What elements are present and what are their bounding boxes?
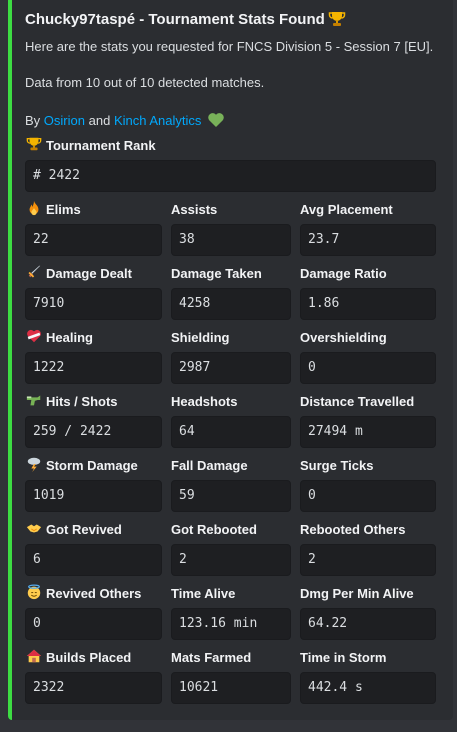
got-revived-value: 6 [25, 544, 162, 576]
shielding-label: Shielding [171, 328, 230, 346]
dagger-icon [25, 264, 43, 282]
trophy-icon [25, 136, 43, 154]
distance-travelled-value: 27494 m [300, 416, 436, 448]
revived-others-label: Revived Others [25, 584, 141, 602]
rebooted-others-label: Rebooted Others [300, 520, 405, 538]
avg-placement-value: 23.7 [300, 224, 436, 256]
hits-shots-label-text: Hits / Shots [46, 393, 118, 409]
got-rebooted-label-text: Got Rebooted [171, 521, 257, 537]
dmg-per-min-alive-label-text: Dmg Per Min Alive [300, 585, 414, 601]
hits-shots-value: 259 / 2422 [25, 416, 162, 448]
damage-taken-value: 4258 [171, 288, 291, 320]
tournament-rank-label-text: Tournament Rank [46, 137, 156, 153]
revived-others-label-text: Revived Others [46, 585, 142, 601]
overshielding-label-text: Overshielding [300, 329, 387, 345]
assists-label-text: Assists [171, 201, 218, 217]
damage-dealt-label: Damage Dealt [25, 264, 132, 282]
stats-embed: Chucky97taspé - Tournament Stats Found H… [8, 0, 453, 720]
shielding-value: 2987 [171, 352, 291, 384]
got-rebooted-value: 2 [171, 544, 291, 576]
overshielding-label: Overshielding [300, 328, 387, 346]
water-pistol-icon [25, 392, 43, 410]
fall-damage-label: Fall Damage [171, 456, 248, 474]
revived-others-value: 0 [25, 608, 162, 640]
fire-icon [25, 200, 43, 218]
builds-placed-value: 2322 [25, 672, 162, 704]
assists-label: Assists [171, 200, 217, 218]
embed-credits: By Osirion and Kinch Analytics [25, 111, 225, 129]
damage-taken-label-text: Damage Taken [171, 265, 262, 281]
hits-shots-label: Hits / Shots [25, 392, 118, 410]
embed-description-line2: Data from 10 out of 10 detected matches. [25, 75, 265, 90]
kinch-analytics-link[interactable]: Kinch Analytics [114, 113, 201, 128]
embed-accent-bar [8, 0, 12, 720]
dmg-per-min-alive-value: 64.22 [300, 608, 436, 640]
surge-ticks-label-text: Surge Ticks [300, 457, 374, 473]
tournament-rank-value: # 2422 [25, 160, 436, 192]
fall-damage-label-text: Fall Damage [171, 457, 248, 473]
storm-damage-label: Storm Damage [25, 456, 138, 474]
avg-placement-label-text: Avg Placement [300, 201, 393, 217]
damage-dealt-label-text: Damage Dealt [46, 265, 132, 281]
mats-farmed-label: Mats Farmed [171, 648, 251, 666]
time-alive-value: 123.16 min [171, 608, 291, 640]
headshots-value: 64 [171, 416, 291, 448]
surge-ticks-value: 0 [300, 480, 436, 512]
got-revived-label: Got Revived [25, 520, 122, 538]
handshake-icon [25, 520, 43, 538]
mending-heart-icon [25, 328, 43, 346]
rebooted-others-label-text: Rebooted Others [300, 521, 406, 537]
elims-value: 22 [25, 224, 162, 256]
headshots-label: Headshots [171, 392, 237, 410]
overshielding-value: 0 [300, 352, 436, 384]
healing-value: 1222 [25, 352, 162, 384]
time-alive-label-text: Time Alive [171, 585, 236, 601]
elims-label-text: Elims [46, 201, 81, 217]
damage-taken-label: Damage Taken [171, 264, 262, 282]
mats-farmed-value: 10621 [171, 672, 291, 704]
time-in-storm-label-text: Time in Storm [300, 649, 387, 665]
fall-damage-value: 59 [171, 480, 291, 512]
builds-placed-label-text: Builds Placed [46, 649, 132, 665]
damage-ratio-label: Damage Ratio [300, 264, 387, 282]
avg-placement-label: Avg Placement [300, 200, 393, 218]
dmg-per-min-alive-label: Dmg Per Min Alive [300, 584, 414, 602]
distance-travelled-label-text: Distance Travelled [300, 393, 415, 409]
tournament-rank-label: Tournament Rank [25, 136, 156, 154]
surge-ticks-label: Surge Ticks [300, 456, 373, 474]
damage-ratio-label-text: Damage Ratio [300, 265, 387, 281]
elims-label: Elims [25, 200, 81, 218]
assists-value: 38 [171, 224, 291, 256]
got-revived-label-text: Got Revived [46, 521, 122, 537]
headshots-label-text: Headshots [171, 393, 238, 409]
storm-damage-value: 1019 [25, 480, 162, 512]
got-rebooted-label: Got Rebooted [171, 520, 257, 538]
rebooted-others-value: 2 [300, 544, 436, 576]
osirion-link[interactable]: Osirion [44, 113, 85, 128]
credits-by: By [25, 113, 41, 128]
storm-damage-label-text: Storm Damage [46, 457, 138, 473]
credits-and: and [88, 113, 111, 128]
time-in-storm-label: Time in Storm [300, 648, 386, 666]
storm-cloud-icon [25, 456, 43, 474]
healing-label: Healing [25, 328, 93, 346]
green-heart-icon [207, 111, 225, 129]
damage-dealt-value: 7910 [25, 288, 162, 320]
builds-placed-label: Builds Placed [25, 648, 131, 666]
embed-description-line1: Here are the stats you requested for FNC… [25, 39, 434, 54]
damage-ratio-value: 1.86 [300, 288, 436, 320]
shielding-label-text: Shielding [171, 329, 230, 345]
distance-travelled-label: Distance Travelled [300, 392, 414, 410]
time-in-storm-value: 442.4 s [300, 672, 436, 704]
embed-title: Chucky97taspé - Tournament Stats Found [25, 10, 325, 28]
halo-face-icon [25, 584, 43, 602]
house-icon [25, 648, 43, 666]
healing-label-text: Healing [46, 329, 93, 345]
time-alive-label: Time Alive [171, 584, 235, 602]
mats-farmed-label-text: Mats Farmed [171, 649, 252, 665]
embed-title-row: Chucky97taspé - Tournament Stats Found [25, 8, 346, 30]
trophy-icon [328, 10, 346, 28]
